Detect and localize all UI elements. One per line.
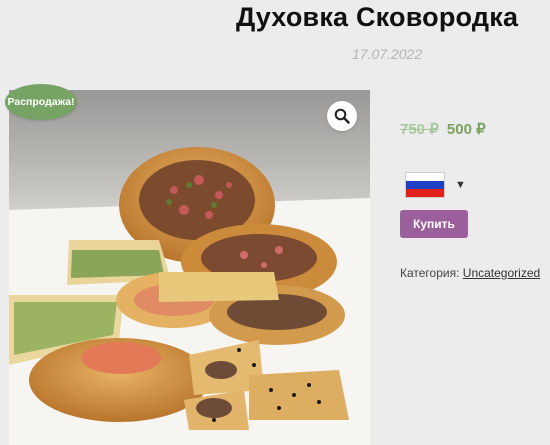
flag-stripe-blue (406, 180, 444, 189)
category-label: Категория: (400, 266, 460, 280)
price-old: 750 ₽ (400, 121, 439, 138)
price: 750 ₽ 500 ₽ (400, 120, 486, 138)
chevron-down-icon[interactable]: ▼ (455, 179, 466, 191)
price-new: 500 ₽ (446, 121, 486, 138)
search-icon (334, 108, 350, 124)
zoom-button[interactable] (327, 101, 357, 131)
flag-stripe-red (406, 188, 444, 197)
product-title: Духовка Сковородка (236, 2, 519, 32)
flag-stripe-white (406, 173, 444, 181)
currency-flag[interactable] (405, 172, 445, 198)
post-date: 17.07.2022 (352, 46, 423, 62)
sale-badge: Распродажа! (5, 84, 77, 120)
product-category: Категория: Uncategorized (400, 266, 540, 280)
category-link[interactable]: Uncategorized (463, 266, 540, 280)
product-image[interactable] (9, 90, 370, 445)
buy-button[interactable]: Купить (400, 210, 468, 238)
